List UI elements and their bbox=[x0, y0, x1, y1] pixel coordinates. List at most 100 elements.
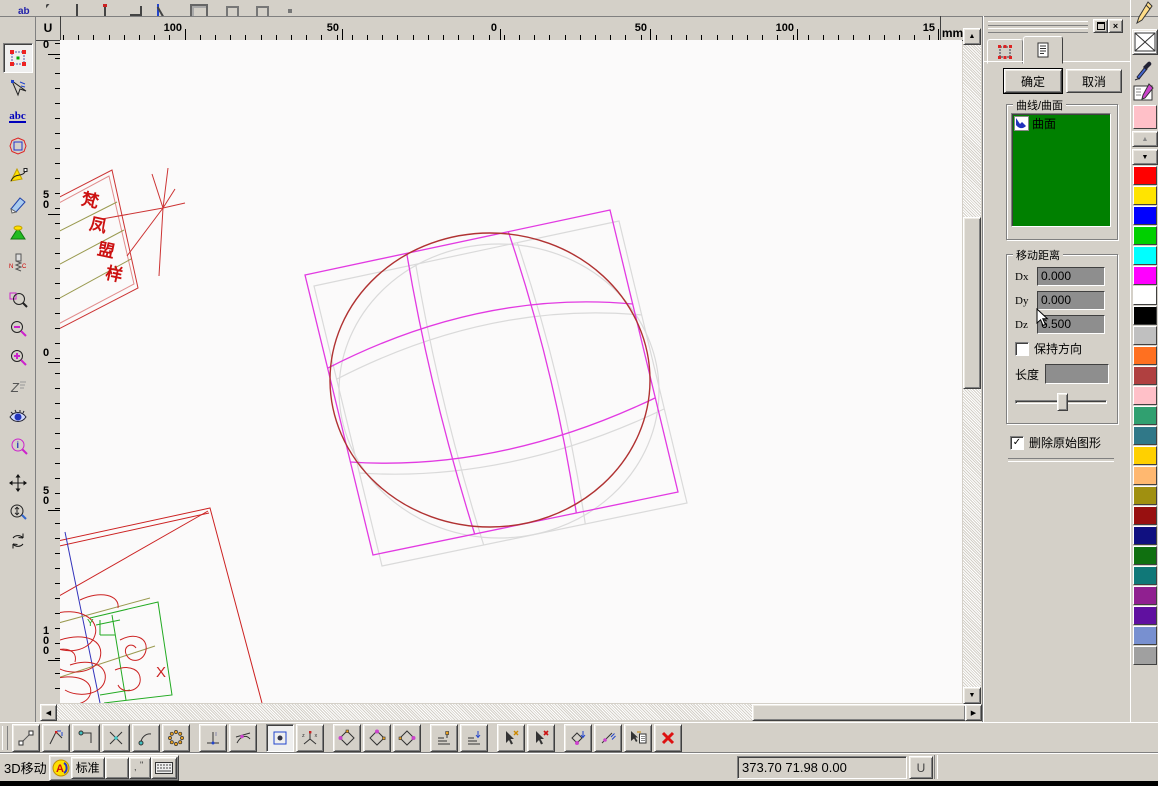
pencil-tool-button[interactable] bbox=[1131, 0, 1157, 28]
scroll-up-button[interactable]: ▲ bbox=[963, 28, 981, 45]
color-swatch[interactable] bbox=[1133, 246, 1157, 265]
cancel-snap[interactable] bbox=[654, 724, 682, 752]
panel-close-button[interactable]: × bbox=[1108, 19, 1123, 33]
relief-tool[interactable] bbox=[4, 219, 32, 247]
ime-keyboard-button[interactable] bbox=[151, 757, 177, 779]
panel-grip[interactable] bbox=[988, 21, 1088, 33]
align-snap[interactable] bbox=[430, 724, 458, 752]
color-swatch[interactable] bbox=[1133, 566, 1157, 585]
panel-maximize-button[interactable] bbox=[1093, 19, 1108, 33]
color-swatch[interactable] bbox=[1133, 226, 1157, 245]
diamond-snap-top[interactable] bbox=[363, 724, 391, 752]
surface-list[interactable]: 曲面 bbox=[1011, 113, 1111, 227]
color-swatch[interactable] bbox=[1133, 546, 1157, 565]
grid-snap[interactable] bbox=[266, 724, 294, 752]
ime-punctuation-button[interactable]: ," bbox=[129, 757, 151, 779]
scroll-left-button[interactable]: ◀ bbox=[40, 704, 57, 721]
zoom-previous-tool[interactable]: Z bbox=[4, 373, 32, 401]
zoom-actual-tool[interactable] bbox=[4, 498, 32, 526]
intersection-snap[interactable] bbox=[102, 724, 130, 752]
select-list-snap[interactable] bbox=[624, 724, 652, 752]
horizontal-scroll-thumb[interactable] bbox=[752, 704, 966, 721]
cursor-node-snap[interactable] bbox=[497, 724, 525, 752]
diamond-snap-right[interactable] bbox=[393, 724, 421, 752]
color-swatch[interactable] bbox=[1133, 606, 1157, 625]
color-swatch[interactable] bbox=[1133, 206, 1157, 225]
tangent-snap[interactable] bbox=[229, 724, 257, 752]
perpendicular-snap[interactable] bbox=[199, 724, 227, 752]
color-swatch[interactable] bbox=[1133, 586, 1157, 605]
snap-toolbar-grip[interactable] bbox=[2, 726, 8, 750]
select-tool[interactable] bbox=[3, 43, 33, 73]
align-arrow-snap[interactable] bbox=[460, 724, 488, 752]
color-swatch[interactable] bbox=[1133, 366, 1157, 385]
no-color-button[interactable] bbox=[1132, 29, 1158, 55]
color-swatch[interactable] bbox=[1133, 446, 1157, 465]
zoom-in-tool[interactable] bbox=[4, 344, 32, 372]
slider-thumb[interactable] bbox=[1057, 393, 1068, 411]
current-color-swatch[interactable] bbox=[1133, 105, 1157, 129]
dx-field[interactable]: 0.000 bbox=[1037, 267, 1105, 286]
eyedropper-button[interactable] bbox=[1131, 56, 1157, 82]
palette-scroll-up-button[interactable]: ▲ bbox=[1132, 131, 1158, 147]
color-swatch[interactable] bbox=[1133, 326, 1157, 345]
ime-name-button[interactable]: 标准 bbox=[71, 757, 105, 779]
cursor-cancel-snap[interactable] bbox=[527, 724, 555, 752]
ime-fullwidth-button[interactable] bbox=[105, 757, 129, 779]
verify-snap[interactable] bbox=[594, 724, 622, 752]
length-slider[interactable] bbox=[1015, 392, 1111, 410]
vertical-scrollbar[interactable]: ▲ ▼ bbox=[963, 28, 981, 704]
color-swatch[interactable] bbox=[1133, 166, 1157, 185]
refresh-tool[interactable] bbox=[4, 527, 32, 555]
inspect-tool[interactable]: i bbox=[4, 431, 32, 459]
length-field[interactable] bbox=[1045, 364, 1109, 384]
redraw-tool[interactable] bbox=[4, 402, 32, 430]
color-swatch[interactable] bbox=[1133, 526, 1157, 545]
eraser-tool[interactable] bbox=[4, 190, 32, 218]
vertical-scroll-thumb[interactable] bbox=[963, 217, 981, 389]
properties-tab[interactable] bbox=[1023, 36, 1063, 64]
arc-snap[interactable] bbox=[132, 724, 160, 752]
palette-scroll-down-button[interactable]: ▼ bbox=[1132, 149, 1158, 165]
ime-logo-button[interactable]: A bbox=[51, 758, 71, 778]
color-swatch[interactable] bbox=[1133, 646, 1157, 665]
drawing-canvas[interactable]: X Y 梵凤盟样 bbox=[60, 40, 962, 703]
color-swatch[interactable] bbox=[1133, 486, 1157, 505]
color-swatch[interactable] bbox=[1133, 386, 1157, 405]
scroll-down-button[interactable]: ▼ bbox=[963, 687, 981, 704]
color-swatch[interactable] bbox=[1133, 626, 1157, 645]
color-swatch[interactable] bbox=[1133, 406, 1157, 425]
nc-tool[interactable]: NC bbox=[4, 248, 32, 276]
unit-toggle-button[interactable]: U bbox=[909, 756, 933, 779]
coordinate-snap[interactable]: zx bbox=[296, 724, 324, 752]
diamond-snap-left[interactable] bbox=[333, 724, 361, 752]
node-edit-tool[interactable] bbox=[4, 74, 32, 102]
shape-tool[interactable] bbox=[4, 132, 32, 160]
pan-tool[interactable] bbox=[4, 469, 32, 497]
ok-button[interactable]: 确定 bbox=[1004, 69, 1062, 93]
color-swatch[interactable] bbox=[1133, 286, 1157, 305]
color-swatch[interactable] bbox=[1133, 266, 1157, 285]
surface-list-item[interactable]: 曲面 bbox=[1012, 114, 1110, 133]
curve-tool[interactable] bbox=[4, 161, 32, 189]
horizontal-scrollbar[interactable]: ◀ ▶ bbox=[40, 704, 982, 720]
move-node-snap[interactable] bbox=[564, 724, 592, 752]
quadrant-snap[interactable] bbox=[162, 724, 190, 752]
zoom-out-tool[interactable] bbox=[4, 315, 32, 343]
palette-edit-button[interactable] bbox=[1131, 82, 1157, 104]
corner-snap[interactable] bbox=[72, 724, 100, 752]
color-swatch[interactable] bbox=[1133, 306, 1157, 325]
delete-original-checkbox[interactable]: ✓ bbox=[1010, 436, 1024, 450]
ruler-origin-button[interactable]: U bbox=[36, 16, 61, 41]
node-snap[interactable] bbox=[42, 724, 70, 752]
zoom-object-tool[interactable] bbox=[4, 286, 32, 314]
cancel-button[interactable]: 取消 bbox=[1066, 69, 1122, 93]
endpoint-snap[interactable] bbox=[12, 724, 40, 752]
color-swatch[interactable] bbox=[1133, 506, 1157, 525]
color-swatch[interactable] bbox=[1133, 426, 1157, 445]
color-swatch[interactable] bbox=[1133, 346, 1157, 365]
scroll-right-button[interactable]: ▶ bbox=[965, 704, 982, 721]
color-swatch[interactable] bbox=[1133, 466, 1157, 485]
keep-direction-checkbox[interactable] bbox=[1015, 342, 1029, 356]
text-tool[interactable]: abc bbox=[4, 103, 32, 131]
